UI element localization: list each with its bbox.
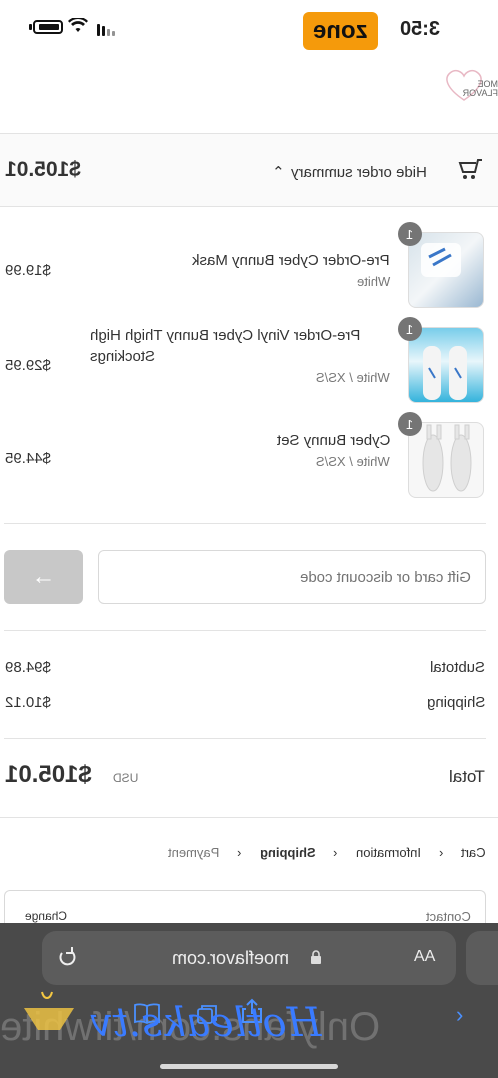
item-name-text: Cyber Bunny Set [276,432,390,449]
discount-code-input[interactable]: Gift card or discount code [98,550,486,604]
quantity-text: 1 [406,226,414,242]
breadcrumb-payment: Payment [168,845,220,860]
item-price-text: $44.95 [5,450,51,467]
breadcrumb-information[interactable]: Information [356,845,421,860]
watermark-script-text: Hotleaks.tv [90,1000,322,1046]
total-label: Total [449,767,485,787]
store-logo-label: MOE FLAVOR [462,79,498,98]
shipping-value: $10.12 [5,694,51,711]
hide-summary-label: Hide order summary [290,163,427,181]
subtotal-label: Subtotal [430,659,485,676]
product-thumbnail [408,327,484,403]
item-variant: White [357,274,390,289]
quantity-badge: 1 [398,222,422,246]
item-price: $44.95 [5,450,51,467]
contact-change-link[interactable]: Change [25,909,67,923]
quantity-text: 1 [406,416,414,432]
item-variant: White / XS/S [316,454,390,469]
contact-label-text: Contact [426,909,471,924]
breadcrumb-cart[interactable]: Cart [461,845,486,860]
divider [0,817,498,818]
total-value-text: $105.01 [5,761,92,788]
item-variant-text: White [356,274,390,289]
clock: 3:50 [400,18,440,41]
item-name: Cyber Bunny Set [90,430,390,451]
watermark-script: Hotleaks.tv [90,1000,322,1046]
watermark-logo-icon [24,991,74,1030]
carrier-badge: zone [303,12,378,50]
total-label-text: Total [449,767,485,786]
subtotal-value-text: $94.89 [5,659,51,676]
battery-icon [33,20,63,34]
carrier-badge-text: zone [313,17,368,44]
line-item: 1 Cyber Bunny Set White / XS/S $44.95 [0,412,498,500]
clock-text: 3:50 [400,18,441,40]
total-currency-text: USD [113,771,139,785]
divider [4,630,486,631]
item-price-text: $19.99 [5,262,51,279]
contact-label: Contact [426,909,471,924]
summary-total-text: $105.01 [5,158,81,181]
total-currency: USD [113,771,138,785]
product-thumbnail [408,422,484,498]
store-logo-text: MOE FLAVOR [443,79,498,98]
item-name: Pre-Order Vinyl Cyber Bunny Thigh High S… [90,325,390,367]
url-text[interactable]: moeflavor.com [172,948,289,969]
item-price: $19.99 [5,262,51,279]
shipping-value-text: $10.12 [5,694,51,711]
product-thumbnail [408,232,484,308]
text-size-label: AA [414,948,436,965]
subtotal-value: $94.89 [5,659,51,676]
item-name-text: Pre-Order Vinyl Cyber Bunny Thigh High S… [90,327,361,365]
status-bar: zone 3:50 [0,0,498,60]
battery-nub [29,24,32,30]
apply-discount-button[interactable]: ← [4,550,83,604]
divider [4,738,486,739]
chevron-icon: ‹ [438,845,444,860]
line-item: 1 Pre-Order Cyber Bunny Mask White $19.9… [0,222,498,310]
forward-icon[interactable]: › [456,1002,463,1028]
shipping-label-text: Shipping [426,694,485,711]
total-value: $105.01 [5,761,92,789]
breadcrumb-shipping[interactable]: Shipping [260,845,316,860]
quantity-badge: 1 [398,412,422,436]
chevron-up-icon: ⌃ [272,164,285,181]
contact-change-text: Change [25,909,68,923]
shipping-label: Shipping [427,694,485,711]
cart-icon [458,159,482,179]
signal-icon [97,22,115,36]
divider [4,523,486,524]
subtotal-label-text: Subtotal [429,659,485,676]
reload-icon[interactable] [56,946,78,968]
item-name-text: Pre-Order Cyber Bunny Mask [192,252,390,269]
url-label: moeflavor.com [172,948,290,968]
summary-total: $105.01 [5,158,81,182]
item-variant-text: White / XS/S [316,370,390,385]
chevron-icon: ‹ [333,845,338,860]
text-size-button[interactable]: AA [414,948,435,966]
checkout-breadcrumb: Payment ‹ Shipping ‹ Information ‹ Cart [168,845,486,860]
item-price: $29.95 [5,357,51,374]
item-variant-text: White / XS/S [316,454,390,469]
line-item: 1 Pre-Order Vinyl Cyber Bunny Thigh High… [0,317,498,405]
divider [0,206,498,207]
home-indicator [160,1064,338,1069]
item-price-text: $29.95 [5,357,51,374]
discount-placeholder: Gift card or discount code [300,568,471,586]
next-tab-preview[interactable] [466,931,498,985]
item-name: Pre-Order Cyber Bunny Mask [90,250,390,271]
wifi-icon [68,16,88,39]
item-variant: White / XS/S [316,370,390,385]
quantity-text: 1 [406,321,414,337]
chevron-icon: ‹ [237,845,242,860]
arrow-left-icon: ← [31,563,56,590]
lock-icon [311,950,321,964]
hide-summary-toggle[interactable]: ⌃ Hide order summary [272,163,427,182]
quantity-badge: 1 [398,317,422,341]
